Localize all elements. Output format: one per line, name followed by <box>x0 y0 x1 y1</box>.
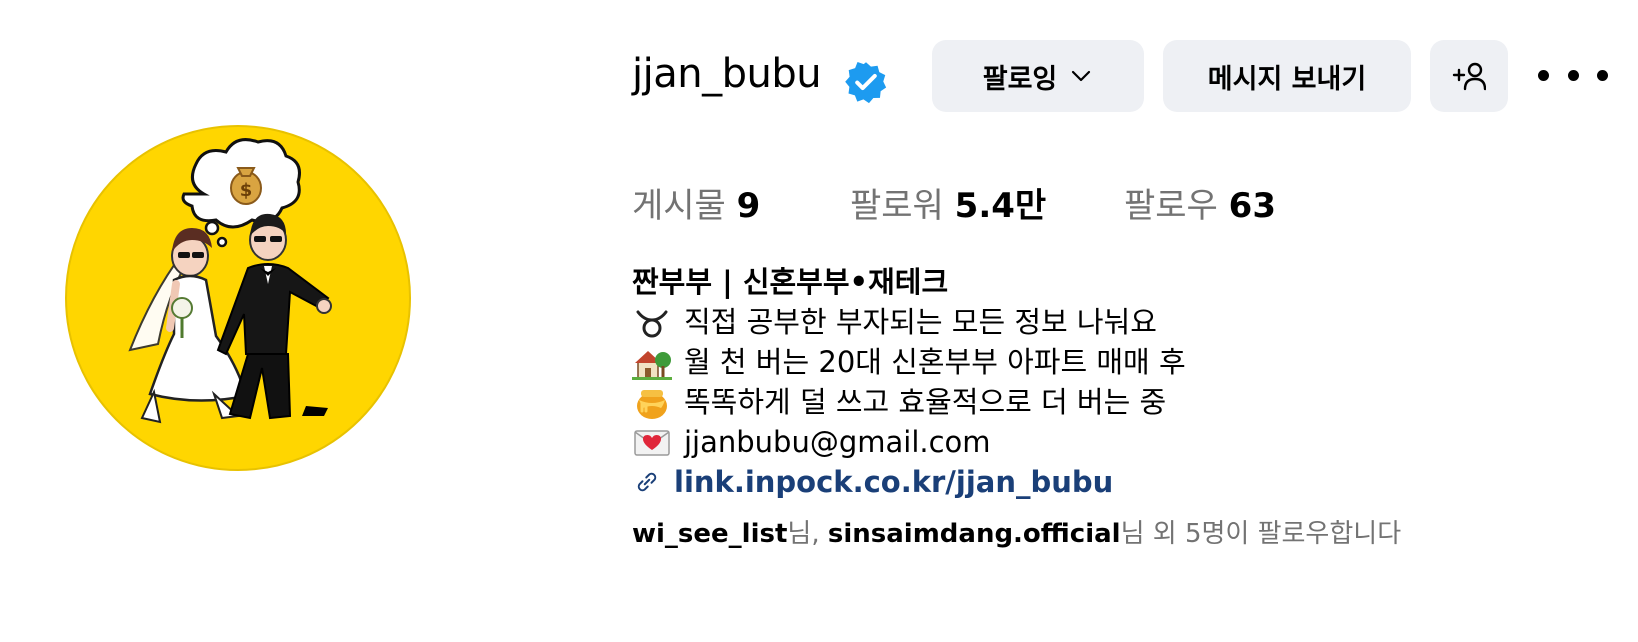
bio-line-text: 똑똑하게 덜 쓰고 효율적으로 더 버는 중 <box>684 385 1167 419</box>
mutual-followers-suffix: 님 외 5명이 팔로우합니다 <box>1120 519 1402 549</box>
link-icon <box>637 472 657 492</box>
more-dot <box>1597 69 1608 81</box>
posts-value: 9 <box>736 186 761 226</box>
profile-stats: 게시물 9 팔로워 5.4만 팔로우 63 <box>632 180 1612 232</box>
followers-value: 5.4만 <box>954 186 1047 226</box>
mutual-follower-account[interactable]: sinsaimdang.official <box>828 519 1121 549</box>
verified-badge-icon <box>845 61 887 104</box>
mutual-followers[interactable]: wi_see_list님, sinsaimdang.official님 외 5명… <box>632 516 1401 552</box>
bio-line: 직접 공부한 부자되는 모든 정보 나눠요 <box>632 302 1612 342</box>
posts-label: 게시물 <box>632 186 726 226</box>
followers-label: 팔로워 <box>850 186 944 226</box>
svg-text:$: $ <box>240 180 253 201</box>
username: jjan_bubu <box>632 51 822 97</box>
profile-avatar[interactable]: $ <box>64 124 412 472</box>
following-count[interactable]: 팔로우 63 <box>1124 180 1276 232</box>
bio-line: jjanbubu@gmail.com <box>632 422 1612 462</box>
bio-link-row[interactable]: link.inpock.co.kr/jjan_bubu <box>632 462 1612 502</box>
honey-pot-icon <box>637 390 667 419</box>
following-button[interactable]: 팔로잉 <box>932 40 1144 112</box>
taurus-symbol-icon <box>636 310 668 338</box>
bio-line-text: 월 천 버는 20대 신혼부부 아파트 매매 후 <box>684 345 1186 379</box>
person-add-icon <box>1452 62 1486 91</box>
following-label: 팔로잉 <box>982 63 1058 95</box>
send-message-button[interactable]: 메시지 보내기 <box>1163 40 1411 112</box>
profile-header: jjan_bubu 팔로잉 메시지 보내기 <box>632 36 1612 112</box>
more-options-icon[interactable] <box>1538 60 1608 90</box>
house-with-garden-icon <box>632 351 672 380</box>
love-letter-icon <box>634 430 670 456</box>
add-user-button[interactable] <box>1430 40 1508 112</box>
bio-link[interactable]: link.inpock.co.kr/jjan_bubu <box>674 462 1113 502</box>
more-dot <box>1567 69 1579 81</box>
more-dot <box>1538 69 1549 81</box>
profile-bio: 짠부부 | 신혼부부•재테크 직접 공부한 부자되는 모든 정보 나눠요 월 천… <box>632 262 1612 502</box>
following-count-value: 63 <box>1228 186 1276 226</box>
bio-line: 똑똑하게 덜 쓰고 효율적으로 더 버는 중 <box>632 382 1612 422</box>
avatar-illustration: $ <box>65 125 411 471</box>
mutual-separator: 님, <box>787 519 828 549</box>
mutual-follower-account[interactable]: wi_see_list <box>632 519 787 549</box>
send-message-label: 메시지 보내기 <box>1207 63 1367 95</box>
chevron-down-icon <box>1072 70 1091 82</box>
bio-email: jjanbubu@gmail.com <box>684 425 991 459</box>
posts-count[interactable]: 게시물 9 <box>632 180 760 232</box>
following-count-label: 팔로우 <box>1124 186 1218 226</box>
bio-display-name: 짠부부 | 신혼부부•재테크 <box>632 265 949 299</box>
bio-line-text: 직접 공부한 부자되는 모든 정보 나눠요 <box>684 305 1157 339</box>
followers-count[interactable]: 팔로워 5.4만 <box>850 180 1046 232</box>
bio-line: 월 천 버는 20대 신혼부부 아파트 매매 후 <box>632 342 1612 382</box>
